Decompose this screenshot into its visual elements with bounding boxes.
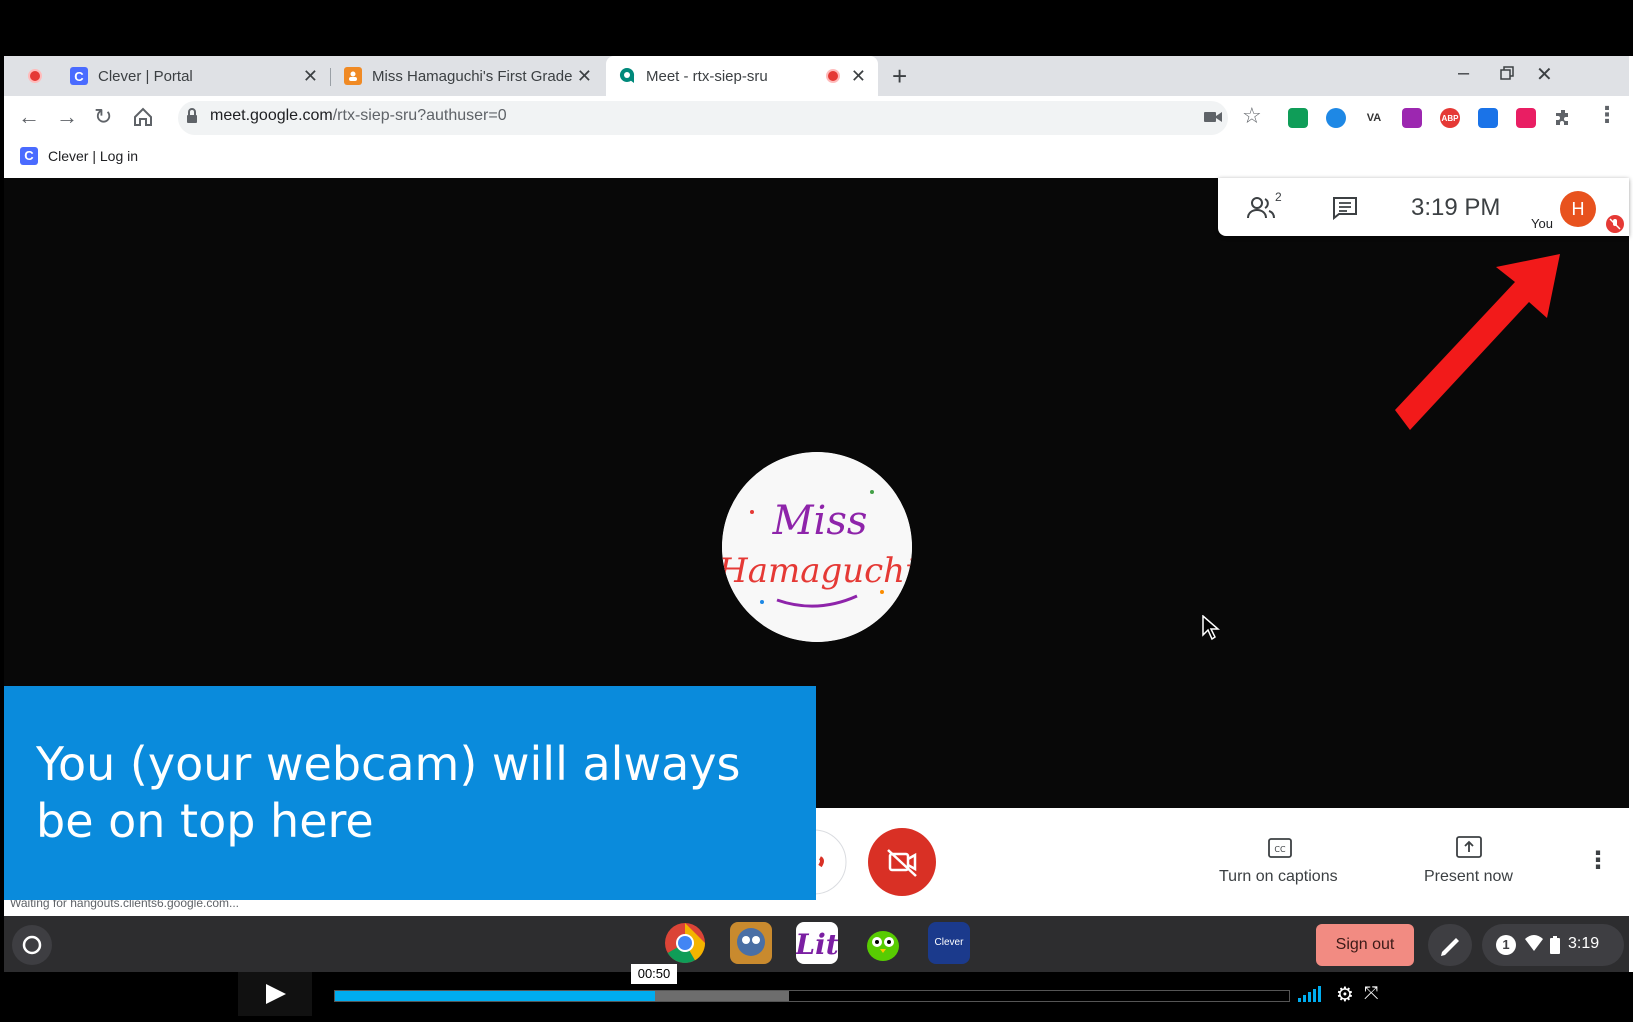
tab-meet[interactable]: Meet - rtx-siep-sru ✕: [606, 56, 878, 96]
captions-icon-text: CC: [1274, 845, 1286, 854]
tutorial-caption-text: You (your webcam) will always be on top …: [36, 737, 741, 848]
extension-classroom-icon[interactable]: [1288, 108, 1308, 128]
mic-muted-icon: [1606, 215, 1624, 233]
logo-line-miss: Miss: [772, 498, 868, 544]
logo-line-hamaguchi: Hamaguchi: [722, 551, 912, 591]
close-window-icon[interactable]: ✕: [1536, 62, 1553, 87]
self-label: You: [1531, 216, 1553, 231]
more-options-icon[interactable]: ⋮: [1586, 846, 1610, 875]
url-host: meet.google.com: [210, 107, 333, 124]
home-icon[interactable]: [132, 106, 154, 133]
tab-divider: [330, 68, 331, 86]
sign-out-button[interactable]: Sign out: [1316, 924, 1414, 966]
classroom-favicon-icon: [344, 67, 362, 85]
extension-puzzle-purple-icon[interactable]: [1402, 108, 1422, 128]
turn-on-captions-button[interactable]: Turn on captions: [1219, 868, 1338, 886]
video-progress-fill: [335, 991, 655, 1001]
close-tab-icon[interactable]: ✕: [577, 66, 592, 87]
extensions-puzzle-icon[interactable]: [1554, 108, 1574, 133]
tab-title: Miss Hamaguchi's First Grade: [372, 67, 573, 85]
url-path: /rtx-siep-sru?authuser=0: [332, 107, 507, 124]
reload-icon[interactable]: ↻: [94, 104, 112, 130]
clever-bookmark-icon: C: [20, 147, 38, 165]
restore-window-icon[interactable]: [1500, 66, 1514, 85]
volume-bars-icon[interactable]: [1298, 986, 1326, 1007]
fullscreen-icon[interactable]: ⤧: [1364, 983, 1378, 1004]
present-now-button[interactable]: Present now: [1424, 868, 1513, 886]
lock-icon[interactable]: [186, 108, 198, 129]
camera-off-button[interactable]: [868, 828, 936, 896]
chat-icon[interactable]: [1332, 196, 1358, 225]
extension-screencast-icon[interactable]: [1516, 108, 1536, 128]
lit-app-icon[interactable]: Lit: [794, 922, 839, 964]
tab-title: Meet - rtx-siep-sru: [646, 67, 768, 85]
svg-text:Lit: Lit: [796, 928, 838, 961]
browser-menu-icon[interactable]: ⋮: [1596, 102, 1618, 128]
close-tab-icon[interactable]: ✕: [851, 66, 866, 87]
tab-recording-icon: [826, 69, 840, 83]
recording-indicator-icon: [28, 69, 42, 83]
extension-va-icon[interactable]: VA: [1364, 108, 1384, 128]
participant-logo: Miss Hamaguchi: [722, 452, 912, 642]
stylus-tools-button[interactable]: [1428, 924, 1472, 966]
video-top-letterbox: [0, 0, 1633, 56]
duolingo-owl-app-icon[interactable]: [862, 922, 904, 964]
meet-favicon-icon: [618, 67, 636, 85]
video-time-tooltip: 00:50: [631, 964, 677, 984]
camera-in-use-icon[interactable]: [1204, 110, 1222, 129]
extension-globe-icon[interactable]: [1326, 108, 1346, 128]
chrome-app-icon[interactable]: [664, 922, 706, 964]
close-tab-icon[interactable]: ✕: [303, 66, 318, 87]
red-arrow-annotation: [1395, 254, 1560, 430]
bookmark-clever-login[interactable]: Clever | Log in: [48, 148, 138, 164]
battery-icon: [1550, 936, 1560, 959]
tab-clever-portal[interactable]: C Clever | Portal ✕: [60, 56, 330, 96]
back-arrow-icon[interactable]: ←: [18, 104, 40, 130]
clever-app-icon[interactable]: Clever: [928, 922, 970, 964]
meeting-clock: 3:19 PM: [1411, 194, 1501, 221]
participants-count: 2: [1275, 190, 1282, 204]
browser-tab-strip: C Clever | Portal ✕ Miss Hamaguchi's Fir…: [4, 56, 1629, 96]
bookmarks-bar: [4, 140, 1629, 178]
url-text: meet.google.com/rtx-siep-sru?authuser=0: [210, 107, 507, 125]
system-tray[interactable]: 1 3:19: [1482, 924, 1624, 966]
tab-miss-hamaguchi[interactable]: Miss Hamaguchi's First Grade ✕: [334, 56, 604, 96]
forward-arrow-icon[interactable]: →: [56, 104, 78, 130]
captions-icon[interactable]: CC: [1268, 838, 1292, 863]
self-avatar[interactable]: H: [1560, 191, 1596, 227]
play-button[interactable]: [238, 972, 312, 1016]
mouse-pointer-icon: [1202, 615, 1220, 641]
extension-puzzle-blue-icon[interactable]: [1478, 108, 1498, 128]
launcher-button[interactable]: [12, 925, 52, 965]
wifi-icon: [1524, 935, 1544, 958]
new-tab-icon[interactable]: +: [892, 61, 907, 92]
tab-title: Clever | Portal: [98, 67, 193, 85]
adblock-plus-icon[interactable]: ABP: [1440, 108, 1460, 128]
settings-gear-icon[interactable]: ⚙: [1336, 982, 1354, 1007]
owl-app-icon[interactable]: [730, 922, 772, 964]
notification-count-badge[interactable]: 1: [1496, 935, 1516, 955]
clever-favicon-icon: C: [70, 67, 88, 85]
minimize-window-icon[interactable]: –: [1458, 62, 1469, 85]
present-screen-icon[interactable]: [1456, 836, 1482, 863]
tray-clock: 3:19: [1568, 935, 1600, 952]
left-frame-edge: [0, 0, 4, 1022]
bookmark-star-icon[interactable]: ☆: [1242, 103, 1262, 129]
